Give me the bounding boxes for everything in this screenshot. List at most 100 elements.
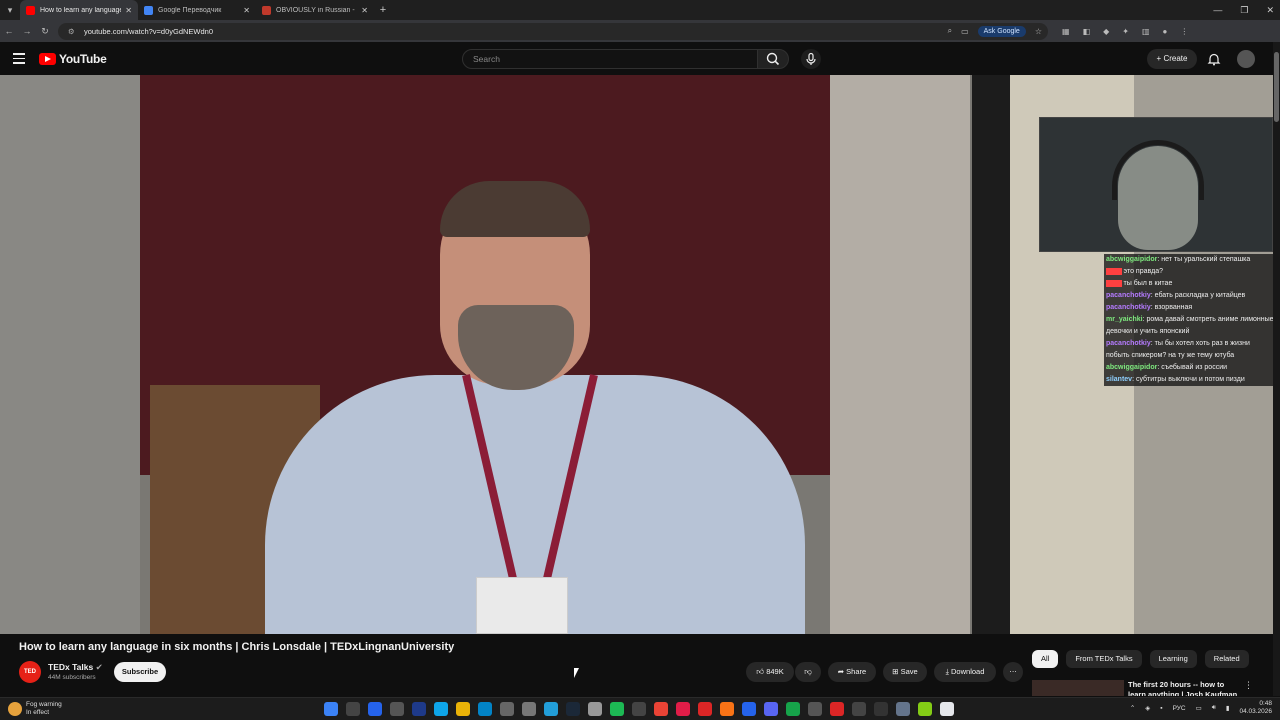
chrome-icon[interactable] <box>654 702 668 716</box>
app-icon[interactable] <box>390 702 404 716</box>
tab-cambridge[interactable]: OBVIOUSLY in Russian - Cambridge Diction… <box>256 0 374 20</box>
start-windows-icon[interactable] <box>324 702 338 716</box>
app-icon[interactable] <box>522 702 536 716</box>
reload-icon[interactable]: ↻ <box>36 26 54 37</box>
steam-icon[interactable] <box>566 702 580 716</box>
account-avatar[interactable] <box>1237 50 1255 68</box>
chip-related[interactable]: Related <box>1204 650 1249 668</box>
discord-icon[interactable] <box>764 702 778 716</box>
close-tab-icon[interactable]: ✕ <box>243 6 250 15</box>
app-icon[interactable] <box>830 702 844 716</box>
zoom-icon[interactable]: ⌕ <box>948 26 952 36</box>
back-icon[interactable]: ← <box>0 26 18 36</box>
tab-google-translate[interactable]: Google Переводчик ✕ <box>138 0 256 20</box>
network-icon[interactable]: ◈ <box>1145 704 1150 712</box>
app-icon[interactable] <box>742 702 756 716</box>
chip-learning[interactable]: Learning <box>1149 650 1197 668</box>
youtube-logo[interactable]: YouTube <box>39 52 107 66</box>
more-vertical-icon[interactable]: ⋮ <box>1244 680 1253 691</box>
app-icon[interactable] <box>852 702 866 716</box>
display-icon[interactable]: ▭ <box>1196 704 1202 712</box>
chip-from-channel[interactable]: From TEDx Talks <box>1066 650 1142 668</box>
terminal-icon[interactable] <box>874 702 888 716</box>
page-scrollbar[interactable] <box>1273 42 1280 696</box>
site-info-icon[interactable]: ⚙ <box>68 27 78 36</box>
spotify-icon[interactable] <box>610 702 624 716</box>
profile-avatar-icon[interactable]: ● <box>1163 27 1168 36</box>
maximize-icon[interactable]: ❐ <box>1240 5 1248 16</box>
share-button[interactable]: ➦ Share <box>828 662 876 682</box>
app-icon[interactable] <box>720 702 734 716</box>
browser-menu-icon[interactable]: ⋮ <box>1180 27 1188 36</box>
cast-icon[interactable]: ▭ <box>961 27 969 36</box>
app-icon[interactable] <box>500 702 514 716</box>
chip-all[interactable]: All <box>1032 650 1059 668</box>
download-button[interactable]: ⤓ Download <box>934 662 996 682</box>
app-icon[interactable] <box>896 702 910 716</box>
file-explorer-icon[interactable] <box>456 702 470 716</box>
minecraft-icon[interactable] <box>786 702 800 716</box>
address-bar[interactable]: ⚙ youtube.com/watch?v=d0yGdNEWdn0 ⌕ ▭ As… <box>58 22 1048 40</box>
like-button[interactable]: 👍︎ 849K <box>746 662 794 682</box>
app-icon[interactable] <box>632 702 646 716</box>
app-icon[interactable] <box>676 702 690 716</box>
more-actions-button[interactable]: ⋯ <box>1003 662 1023 682</box>
task-view-icon[interactable] <box>368 702 382 716</box>
extensions-puzzle-icon[interactable]: ✦ <box>1122 27 1129 36</box>
recommendation-title[interactable]: The first 20 hours -- how to learn anyth… <box>1128 680 1238 696</box>
extension-icon[interactable]: ▦ <box>1062 27 1070 36</box>
search-button[interactable] <box>757 49 789 69</box>
ask-google-button[interactable]: Ask Google <box>977 25 1026 37</box>
weather-warning-icon <box>8 702 22 716</box>
channel-avatar[interactable]: TED <box>19 661 41 683</box>
app-icon[interactable] <box>412 702 426 716</box>
weather-widget[interactable]: Fog warning In effect <box>8 701 62 717</box>
battery-icon[interactable]: ▮ <box>1226 704 1230 712</box>
lang-indicator[interactable]: РУС <box>1173 705 1186 712</box>
subscribe-button[interactable]: Subscribe <box>114 662 166 682</box>
thumbs-down-icon: 👎︎ <box>804 667 812 676</box>
tab-youtube[interactable]: How to learn any language in six months … <box>20 0 138 20</box>
save-button[interactable]: ⊞ Save <box>883 662 927 682</box>
notifications-button[interactable] <box>1207 52 1221 71</box>
youtube-masthead: YouTube Search + Create <box>0 42 1280 75</box>
recommendation-thumbnail[interactable] <box>1032 680 1124 696</box>
clock[interactable]: 0:48 04.03.2026 <box>1239 700 1272 716</box>
guide-menu-icon[interactable] <box>13 53 25 67</box>
weather-title: Fog warning <box>26 701 62 708</box>
tab-title: OBVIOUSLY in Russian - Cambridge Diction… <box>276 6 357 14</box>
create-button[interactable]: + Create <box>1147 49 1197 69</box>
app-icon[interactable] <box>698 702 712 716</box>
dislike-button[interactable]: 👎︎ <box>795 662 821 682</box>
app-icon[interactable] <box>808 702 822 716</box>
split-view-icon[interactable]: ▥ <box>1142 27 1150 36</box>
forward-icon[interactable]: → <box>18 26 36 36</box>
volume-icon[interactable]: 🔊︎ <box>1212 704 1216 712</box>
app-icon[interactable] <box>940 702 954 716</box>
minimize-icon[interactable]: — <box>1213 5 1222 15</box>
app-icon[interactable] <box>478 702 492 716</box>
close-window-icon[interactable]: ✕ <box>1266 5 1274 16</box>
extension-icon[interactable]: ◆ <box>1103 27 1109 36</box>
search-input[interactable]: Search <box>462 49 758 69</box>
chat-message: abcwiggaipidor: нет ты уральский степашк… <box>1104 254 1276 266</box>
search-icon[interactable] <box>346 702 360 716</box>
channel-name[interactable]: TEDx Talks ✔ <box>48 662 103 673</box>
weather-subtitle: In effect <box>26 709 50 716</box>
telegram-icon[interactable] <box>544 702 558 716</box>
close-tab-icon[interactable]: ✕ <box>361 6 368 15</box>
close-tab-icon[interactable]: ✕ <box>125 6 132 15</box>
app-icon[interactable] <box>918 702 932 716</box>
chevron-up-icon[interactable]: ⌃ <box>1130 704 1135 712</box>
browser-tab-strip: ▾ How to learn any language in six month… <box>0 0 1280 20</box>
system-tray: ⌃ ◈ ▪ РУС ▭ 🔊︎ ▮ 0:48 04.03.2026 <box>1130 700 1272 716</box>
new-tab-icon[interactable]: + <box>374 0 392 20</box>
chatgpt-icon[interactable] <box>588 702 602 716</box>
extension-icon[interactable]: ◧ <box>1083 27 1091 36</box>
bookmark-star-icon[interactable]: ☆ <box>1035 27 1042 36</box>
app-tray-icon[interactable]: ▪ <box>1160 705 1162 712</box>
voice-search-button[interactable] <box>801 49 821 69</box>
tab-search-icon[interactable]: ▾ <box>0 0 20 20</box>
app-icon[interactable] <box>434 702 448 716</box>
more-horizontal-icon: ⋯ <box>1009 667 1017 676</box>
